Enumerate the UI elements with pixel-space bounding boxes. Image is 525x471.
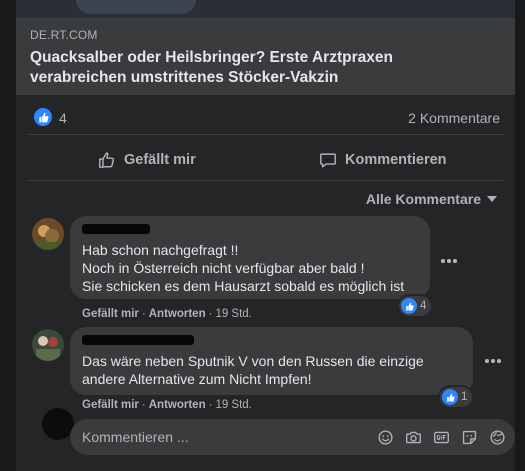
divider (28, 180, 503, 181)
comment-time[interactable]: 19 Std. (215, 308, 251, 320)
like-button[interactable]: Gefällt mir (98, 146, 196, 174)
like-button-label: Gefällt mir (124, 152, 196, 168)
comment-text: Hab schon nachgefragt !! Noch in Österre… (82, 242, 405, 294)
avatar-photo (32, 218, 64, 250)
avatar-photo (32, 329, 64, 361)
comment-filter-label: Alle Kommentare (365, 191, 481, 207)
comment-count[interactable]: 2 Kommentare (408, 110, 500, 126)
comment-author[interactable] (82, 224, 418, 238)
comment-text: Das wäre neben Sputnik V von den Russen … (82, 353, 424, 387)
post-card: DE.RT.COM Quacksalber oder Heilsbringer?… (16, 0, 515, 471)
comment-reply-link[interactable]: Antworten (149, 399, 206, 411)
avatar-sticker-icon[interactable] (488, 428, 506, 446)
link-preview-image[interactable] (16, 0, 515, 18)
reaction-count: 4 (420, 300, 427, 312)
avatar[interactable] (32, 329, 64, 361)
comment-like-link[interactable]: Gefällt mir (82, 308, 139, 320)
comment-meta: Gefällt mir · Antworten · 19 Std. (82, 308, 252, 320)
comment-bubble: Hab schon nachgefragt !! Noch in Österre… (70, 216, 430, 299)
more-options-icon[interactable] (481, 349, 505, 373)
post-stats: 4 2 Kommentare (16, 103, 515, 131)
link-title-line2: verabreichen umstrittenes Stöcker-Vakzin (30, 69, 339, 86)
emoji-icon[interactable] (376, 428, 394, 446)
link-domain: DE.RT.COM (30, 28, 98, 42)
avatar[interactable] (32, 218, 64, 250)
author-name-redaction (82, 224, 150, 234)
comment-reactions[interactable]: 1 (440, 387, 473, 407)
divider (28, 134, 503, 135)
thumbs-up-outline-icon (99, 152, 115, 168)
link-preview[interactable]: DE.RT.COM Quacksalber oder Heilsbringer?… (16, 18, 515, 95)
link-title[interactable]: Quacksalber oder Heilsbringer? Erste Arz… (30, 48, 501, 88)
comment-button-label: Kommentieren (345, 152, 447, 168)
link-title-line1: Quacksalber oder Heilsbringer? Erste Arz… (30, 49, 393, 66)
comment-input[interactable] (82, 419, 352, 455)
author-name-redaction (82, 335, 194, 345)
speech-bubble-icon (320, 153, 336, 168)
sticker-icon[interactable] (460, 428, 478, 446)
comment-author[interactable] (82, 335, 461, 349)
comment-filter-dropdown[interactable]: Alle Kommentare (366, 191, 497, 207)
comment-bubble: Das wäre neben Sputnik V von den Russen … (70, 327, 473, 395)
comment-time[interactable]: 19 Std. (215, 399, 251, 411)
comment-reply-link[interactable]: Antworten (149, 308, 206, 320)
comment-composer[interactable] (70, 419, 515, 455)
caret-down-icon (487, 196, 497, 202)
thumbs-up-icon (442, 389, 458, 405)
more-options-icon[interactable] (437, 249, 461, 273)
comment-meta: Gefällt mir · Antworten · 19 Std. (82, 399, 252, 411)
gif-icon[interactable] (432, 428, 450, 446)
comment-button[interactable]: Kommentieren (319, 146, 447, 174)
reaction-count: 1 (461, 391, 468, 403)
camera-icon[interactable] (404, 428, 422, 446)
thumbs-up-icon (401, 298, 417, 314)
like-count[interactable]: 4 (59, 110, 67, 126)
comment-like-link[interactable]: Gefällt mir (82, 399, 139, 411)
comment-reactions[interactable]: 4 (399, 296, 432, 316)
thumbs-up-icon[interactable] (34, 108, 52, 126)
